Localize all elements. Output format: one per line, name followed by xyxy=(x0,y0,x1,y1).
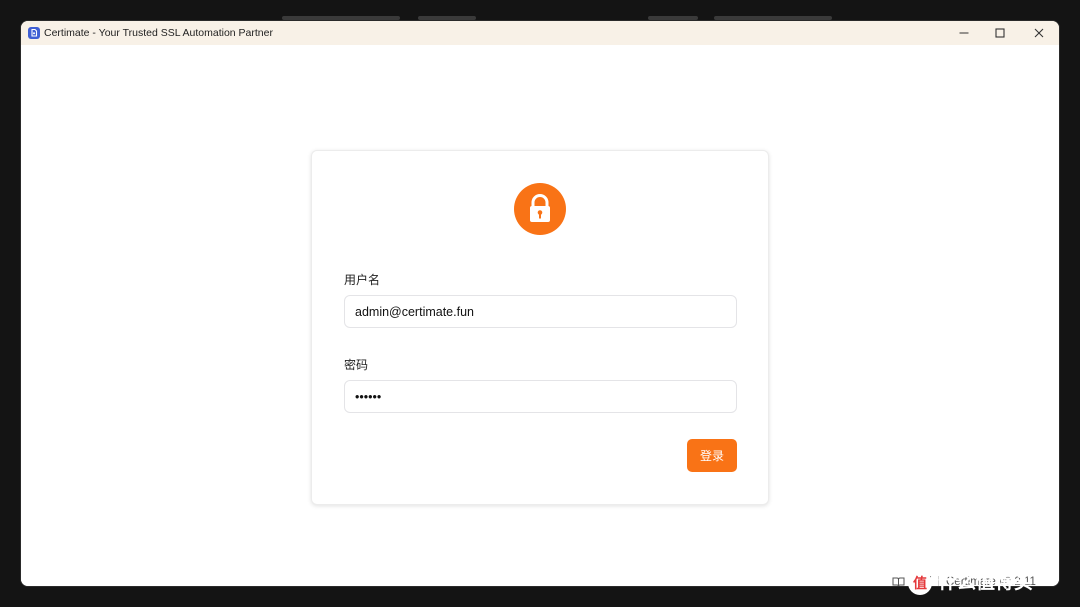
maximize-button[interactable] xyxy=(981,21,1019,45)
page-content: 用户名 密码 登录 文档 Certimate v0.2.11 xyxy=(21,45,1059,586)
desktop-background-strip xyxy=(418,16,476,20)
login-card: 用户名 密码 登录 xyxy=(311,150,769,505)
password-input[interactable] xyxy=(344,380,737,413)
window-title: Certimate - Your Trusted SSL Automation … xyxy=(44,27,273,39)
close-button[interactable] xyxy=(1020,21,1058,45)
desktop-background-strip xyxy=(282,16,400,20)
minimize-button[interactable] xyxy=(945,21,983,45)
title-bar[interactable]: Certimate - Your Trusted SSL Automation … xyxy=(21,21,1059,45)
desktop-background-strip xyxy=(648,16,698,20)
certimate-app-icon xyxy=(28,27,40,39)
minimize-icon xyxy=(959,32,969,34)
maximize-icon xyxy=(995,28,1005,38)
username-label: 用户名 xyxy=(344,273,381,287)
watermark-logo-text: 值 xyxy=(913,575,927,591)
watermark: 值 什么值得买 xyxy=(900,569,1070,599)
lock-icon xyxy=(514,183,566,235)
username-input[interactable] xyxy=(344,295,737,328)
watermark-text: 什么值得买 xyxy=(938,572,1034,593)
password-label: 密码 xyxy=(344,358,369,372)
desktop: Certimate - Your Trusted SSL Automation … xyxy=(0,0,1080,607)
desktop-background-strip xyxy=(714,16,832,20)
login-button[interactable]: 登录 xyxy=(687,439,737,472)
close-icon xyxy=(1034,28,1044,38)
watermark-logo: 值 xyxy=(908,571,932,595)
app-window: Certimate - Your Trusted SSL Automation … xyxy=(21,21,1059,586)
